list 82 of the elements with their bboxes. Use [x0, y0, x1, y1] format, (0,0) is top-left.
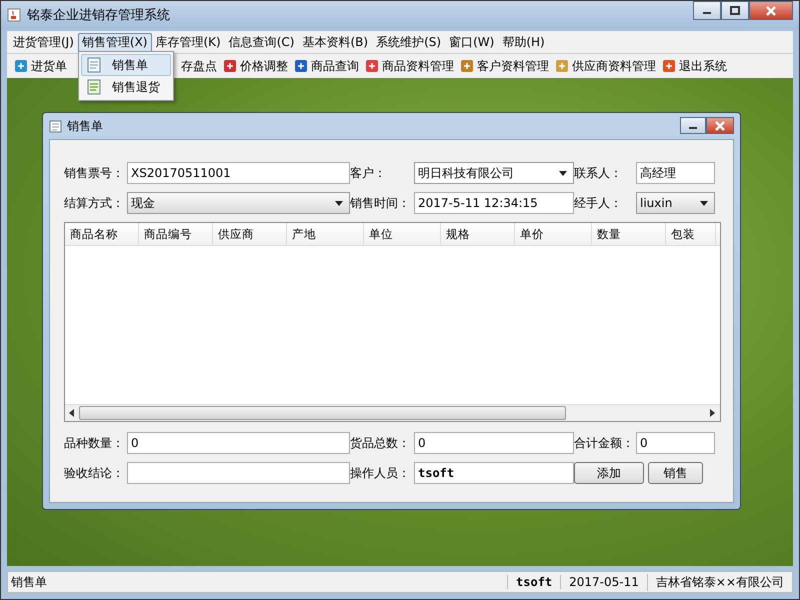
- status-text: 销售单: [10, 574, 48, 590]
- input-field[interactable]: 2017-5-11 12:34:15: [414, 192, 574, 214]
- horizontal-scrollbar[interactable]: [65, 404, 720, 421]
- right-arrow-icon: [710, 409, 716, 417]
- close-icon: [715, 120, 725, 130]
- status-text: 2017-05-11: [560, 575, 647, 589]
- input-field[interactable]: 高经理: [636, 162, 715, 184]
- toolbar-button[interactable]: 进货单: [11, 58, 70, 74]
- column-header[interactable]: 产地: [287, 223, 364, 245]
- toolbar-button[interactable]: 存盘点: [178, 58, 220, 74]
- menu-item[interactable]: 销售退货: [81, 76, 171, 98]
- column-header[interactable]: 数量: [592, 223, 666, 245]
- status-text: 吉林省铭泰××有限公司: [646, 574, 792, 590]
- column-header[interactable]: 商品编号: [139, 223, 213, 245]
- column-header[interactable]: 包装: [666, 223, 716, 245]
- caret-icon: [700, 200, 708, 206]
- caret-icon: [559, 170, 567, 176]
- input-field[interactable]: 0: [414, 432, 574, 454]
- toolbar-icon: [365, 59, 379, 73]
- status-text: tsoft: [507, 575, 560, 589]
- toolbar-button[interactable]: 客户资料管理: [457, 58, 552, 74]
- minimize-button[interactable]: [693, 1, 721, 20]
- toolbar-icon: [223, 59, 237, 73]
- field-label: 合计金额：: [574, 434, 635, 452]
- input-field[interactable]: XS20170511001: [127, 162, 350, 184]
- menu-item[interactable]: 销售单: [81, 54, 171, 76]
- coffee-cup-icon: [7, 8, 21, 22]
- column-header[interactable]: 商品名称: [65, 223, 139, 245]
- document-icon: [86, 57, 102, 73]
- left-arrow-icon: [69, 409, 75, 417]
- caret-icon: [335, 200, 343, 206]
- field-label: 客户：: [350, 164, 387, 182]
- action-button[interactable]: 添加: [574, 462, 644, 484]
- column-header[interactable]: 单价: [515, 223, 592, 245]
- field-label: 联系人：: [574, 164, 623, 182]
- field-label: 操作人员：: [350, 464, 411, 482]
- input-field[interactable]: 0: [636, 432, 715, 454]
- column-header[interactable]: 规格: [441, 223, 515, 245]
- document-icon: [86, 79, 102, 95]
- minimize-button[interactable]: [680, 117, 706, 134]
- toolbar-button[interactable]: 退出系统: [659, 58, 730, 74]
- field-label: 货品总数：: [350, 434, 411, 452]
- toolbar-icon: [460, 59, 474, 73]
- dropdown-field[interactable]: liuxin: [636, 192, 715, 214]
- toolbar-icon: [294, 59, 308, 73]
- menu-item[interactable]: 销售管理(X): [78, 32, 152, 52]
- menu-item[interactable]: 窗口(W): [445, 32, 498, 52]
- field-label: 经手人：: [574, 194, 623, 212]
- toolbar-button[interactable]: 商品资料管理: [362, 58, 457, 74]
- close-button[interactable]: [749, 1, 793, 20]
- dropdown-field[interactable]: 明日科技有限公司: [414, 162, 574, 184]
- window-title: 销售单: [67, 118, 103, 134]
- field-label: 销售时间：: [350, 194, 411, 212]
- menu-item[interactable]: 帮助(H): [498, 32, 549, 52]
- menu-item[interactable]: 基本资料(B): [298, 32, 372, 52]
- maximize-button[interactable]: [721, 1, 749, 20]
- dropdown-field[interactable]: 现金: [127, 192, 350, 214]
- column-header[interactable]: 供应商: [213, 223, 287, 245]
- field-label: 验收结论：: [64, 464, 125, 482]
- menu-item[interactable]: 进货管理(J): [9, 32, 78, 52]
- field-label: 销售票号：: [64, 164, 125, 182]
- toolbar-button[interactable]: 商品查询: [291, 58, 362, 74]
- input-field[interactable]: tsoft: [414, 462, 574, 484]
- window-title: 铭泰企业进销存管理系统: [27, 7, 170, 24]
- toolbar-icon: [662, 59, 676, 73]
- maximize-icon: [730, 6, 740, 15]
- input-field[interactable]: [127, 462, 350, 484]
- toolbar-icon: [555, 59, 569, 73]
- field-label: 品种数量：: [64, 434, 125, 452]
- menu-item[interactable]: 信息查询(C): [224, 32, 298, 52]
- close-button[interactable]: [706, 117, 734, 134]
- column-header[interactable]: 单位: [364, 223, 441, 245]
- toolbar-button[interactable]: 供应商资料管理: [552, 58, 659, 74]
- input-field[interactable]: 0: [127, 432, 350, 454]
- toolbar-button[interactable]: 价格调整: [220, 58, 291, 74]
- document-icon: [49, 120, 62, 132]
- toolbar-icon: [14, 59, 28, 73]
- close-icon: [766, 6, 776, 16]
- field-label: 结算方式：: [64, 194, 125, 212]
- menu-item[interactable]: 系统维护(S): [372, 32, 446, 52]
- menu-item[interactable]: 库存管理(K): [152, 32, 225, 52]
- action-button[interactable]: 销售: [648, 462, 703, 484]
